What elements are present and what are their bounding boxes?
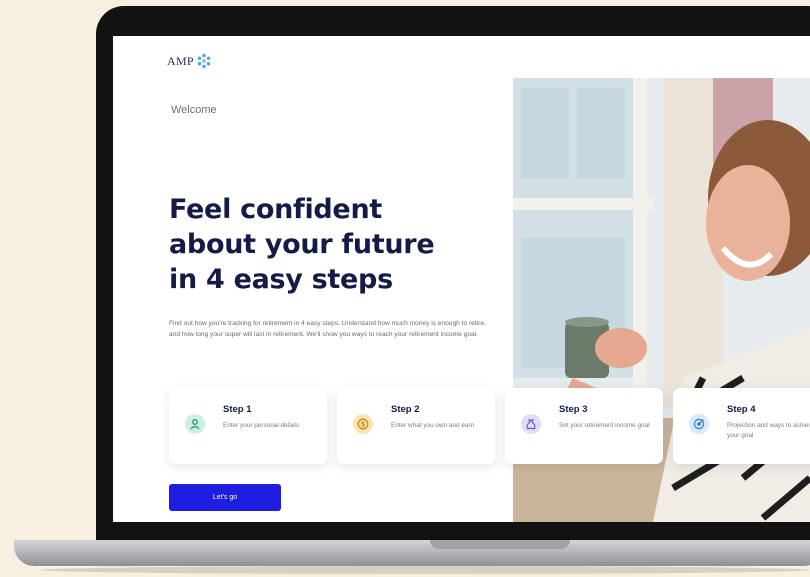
step-card-4[interactable]: Step 4 Projection and ways to achieve yo… <box>673 388 810 464</box>
step-card-2[interactable]: $ Step 2 Enter what you own and earn <box>337 388 495 464</box>
step-title: Step 2 <box>391 404 420 415</box>
svg-text:$: $ <box>361 420 366 428</box>
step-card-3[interactable]: Step 3 Set your retirement income goal <box>505 388 663 464</box>
dollar-coin-icon: $ <box>353 414 373 434</box>
welcome-text: Welcome <box>171 104 217 116</box>
user-icon <box>185 414 205 434</box>
step-title: Step 1 <box>223 404 252 415</box>
step-title: Step 3 <box>559 404 588 415</box>
laptop-shadow <box>40 566 810 574</box>
screen: AMP Welcome Feel confident about your fu… <box>113 36 810 522</box>
step-card-1[interactable]: Step 1 Enter your personal details <box>169 388 327 464</box>
step-description: Set your retirement income goal <box>559 422 650 429</box>
laptop-base <box>14 540 810 566</box>
step-description: Projection and ways to achieve your goal <box>727 422 810 439</box>
target-icon <box>689 414 709 434</box>
headline-line-2: about your future <box>169 229 435 260</box>
steps-list: Step 1 Enter your personal details $ Ste… <box>169 388 810 464</box>
money-bag-icon <box>521 414 541 434</box>
headline-line-1: Feel confident <box>169 194 382 225</box>
amp-logo[interactable]: AMP <box>167 52 213 70</box>
lets-go-button[interactable]: Let's go <box>169 484 281 511</box>
page-title: Feel confident about your future in 4 ea… <box>169 192 489 297</box>
step-description: Enter what you own and earn <box>391 422 475 429</box>
logo-text: AMP <box>167 53 194 68</box>
step-description: Enter your personal details <box>223 422 300 429</box>
headline-line-3: in 4 easy steps <box>169 264 393 295</box>
laptop-notch <box>430 540 570 549</box>
intro-paragraph: Find out how you're tracking for retirem… <box>169 320 486 338</box>
step-title: Step 4 <box>727 404 756 415</box>
amp-logo-mark-icon <box>197 53 211 69</box>
